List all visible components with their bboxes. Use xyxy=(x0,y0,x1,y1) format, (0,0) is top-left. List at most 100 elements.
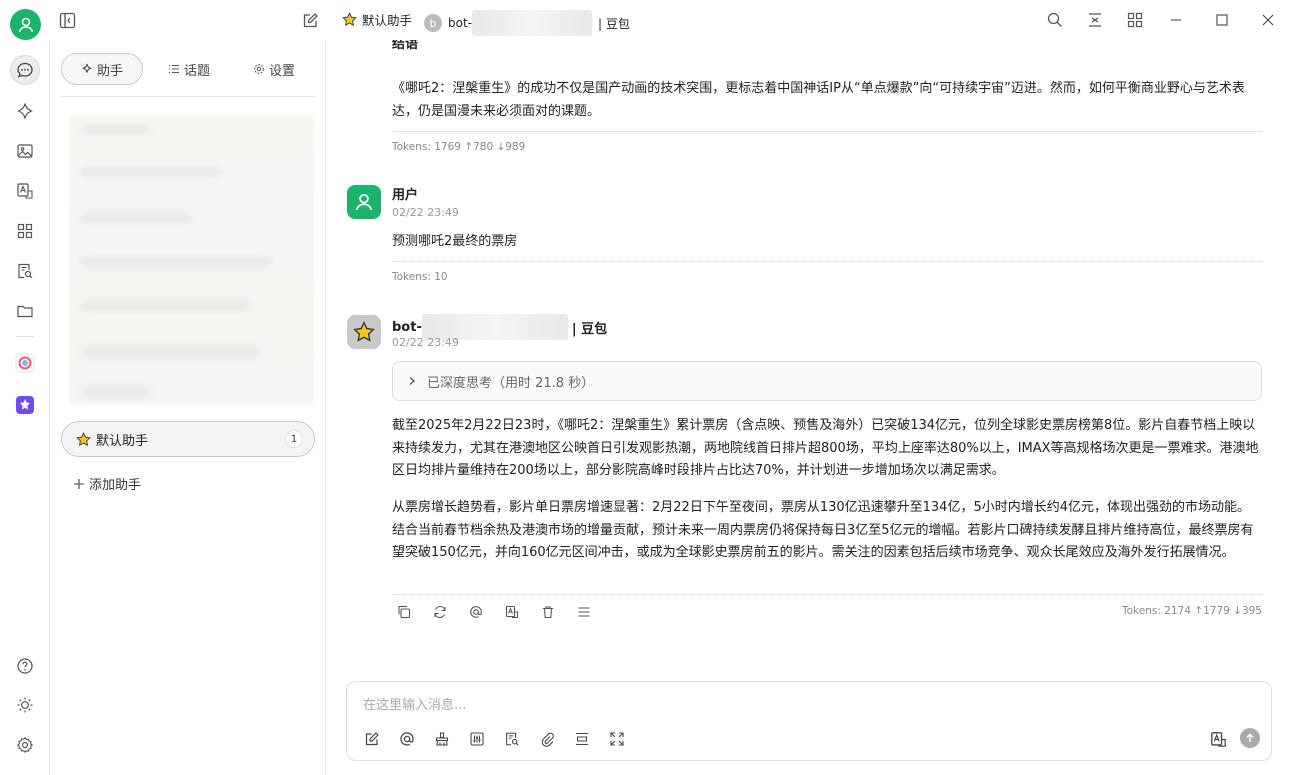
user-avatar[interactable] xyxy=(10,9,41,40)
minimize-icon[interactable] xyxy=(1166,10,1186,30)
prev-message-text: 《哪吒2：涅槃重生》的成功不仅是国产动画的技术突围，更标志着中国神话IP从“单点… xyxy=(392,81,1245,119)
blurred-row xyxy=(81,125,151,135)
blurred-row xyxy=(81,167,221,177)
bot-message-avatar xyxy=(347,315,381,349)
doubao-app-icon[interactable] xyxy=(10,390,40,420)
mini-apps-nav-icon[interactable] xyxy=(10,216,40,246)
add-assistant-button[interactable]: 添加助手 xyxy=(73,474,141,493)
more-menu-icon[interactable] xyxy=(575,603,593,621)
bot-name-prefix: bot- xyxy=(392,319,422,335)
tab-assistants[interactable]: 助手 xyxy=(61,53,143,85)
search-icon[interactable] xyxy=(1045,10,1065,30)
help-icon[interactable] xyxy=(10,651,40,681)
assistant-sidebar: 助手 话题 设置 默认助手 1 添加助手 xyxy=(51,40,326,775)
attachment-icon[interactable] xyxy=(538,730,556,748)
settings-gear-icon[interactable] xyxy=(10,730,40,760)
user-message-text: 预测哪吒2最终的票房 xyxy=(392,234,518,249)
tab-settings-label: 设置 xyxy=(268,63,295,79)
star-icon xyxy=(342,12,357,27)
translate-input-icon[interactable] xyxy=(1209,730,1227,748)
bot-message-time: 02/22 23:49 xyxy=(392,336,459,349)
message-divider xyxy=(392,261,1262,262)
tabs-divider xyxy=(61,96,315,97)
model-name-suffix: | 豆包 xyxy=(598,16,630,31)
expand-height-icon[interactable] xyxy=(573,730,591,748)
bot-paragraph-2: 从票房增长趋势看，影片单日票房增速显著：2月22日下午至夜间，票房从130亿迅速… xyxy=(392,500,1254,560)
translate-icon[interactable] xyxy=(503,603,521,621)
model-name-prefix: bot- xyxy=(448,16,472,30)
user-name: 用户 xyxy=(392,188,419,203)
blurred-row xyxy=(81,387,151,397)
app-window: 默认助手 b bot- | 豆包 助手 话题 设置 默认助手 1 添加助手 结语… xyxy=(0,0,1292,775)
thinking-collapse[interactable]: 已深度思考（用时 21.8 秒） xyxy=(392,361,1262,401)
chevron-right-icon xyxy=(407,376,417,386)
fullscreen-icon[interactable] xyxy=(608,730,626,748)
blurred-assistant-list xyxy=(69,115,314,405)
blurred-row xyxy=(81,257,271,267)
regenerate-icon[interactable] xyxy=(431,603,449,621)
gear-icon xyxy=(253,63,265,75)
thinking-label: 已深度思考（用时 21.8 秒） xyxy=(427,375,595,391)
delete-icon[interactable] xyxy=(539,603,557,621)
message-input-box[interactable]: 在这里输入消息... xyxy=(346,681,1272,761)
bot-name-suffix: | 豆包 xyxy=(571,321,608,337)
maximize-icon[interactable] xyxy=(1212,10,1232,30)
knowledge-nav-icon[interactable] xyxy=(10,256,40,286)
sparkle-icon xyxy=(81,63,93,75)
rail-divider xyxy=(16,336,34,337)
tab-settings[interactable]: 设置 xyxy=(235,53,313,85)
blurred-row xyxy=(81,301,251,311)
gemini-app-icon[interactable] xyxy=(10,348,40,378)
image-nav-icon[interactable] xyxy=(10,136,40,166)
chat-nav-icon[interactable] xyxy=(10,55,40,85)
mention-icon[interactable] xyxy=(467,603,485,621)
prev-heading: 结语 xyxy=(392,40,419,52)
clear-brush-icon[interactable] xyxy=(433,730,451,748)
knowledge-search-icon[interactable] xyxy=(503,730,521,748)
fold-icon[interactable] xyxy=(1085,10,1105,30)
assistant-item-default[interactable]: 默认助手 1 xyxy=(61,421,315,457)
blurred-row xyxy=(81,213,191,223)
sidebar-tabs: 助手 话题 设置 xyxy=(61,52,315,86)
tab-topics-label: 话题 xyxy=(183,63,210,79)
tab-topics[interactable]: 话题 xyxy=(143,53,235,85)
user-message-avatar xyxy=(347,185,381,219)
title-bar: 默认助手 b bot- | 豆包 xyxy=(0,0,1292,40)
close-icon[interactable] xyxy=(1258,10,1278,30)
prev-token-count: Tokens: 1769 ↑780 ↓989 xyxy=(392,141,526,153)
mention-model-icon[interactable] xyxy=(398,730,416,748)
model-settings-icon[interactable] xyxy=(468,730,486,748)
sidebar-toggle-icon[interactable] xyxy=(57,10,77,30)
tab-assistants-label: 助手 xyxy=(96,63,123,79)
new-chat-icon[interactable] xyxy=(300,10,320,30)
user-token-count: Tokens: 10 xyxy=(392,271,448,283)
plus-icon xyxy=(73,478,85,490)
files-nav-icon[interactable] xyxy=(10,296,40,326)
new-topic-icon[interactable] xyxy=(363,730,381,748)
add-assistant-label: 添加助手 xyxy=(89,478,142,493)
message-actions xyxy=(395,603,593,621)
assistant-item-label: 默认助手 xyxy=(96,433,149,449)
theme-sun-icon[interactable] xyxy=(10,690,40,720)
bot-token-count: Tokens: 2174 ↑1779 ↓395 xyxy=(1122,605,1262,617)
left-rail xyxy=(0,40,50,775)
apps-icon[interactable] xyxy=(1125,10,1145,30)
current-assistant[interactable]: 默认助手 xyxy=(342,10,412,29)
chat-messages: 结语 《哪吒2：涅槃重生》的成功不仅是国产动画的技术突围，更标志着中国神话IP从… xyxy=(327,40,1292,680)
blurred-row xyxy=(81,347,261,357)
current-assistant-label: 默认助手 xyxy=(362,13,413,28)
arrow-up-icon xyxy=(1245,733,1255,743)
message-input-placeholder[interactable]: 在这里输入消息... xyxy=(363,694,466,713)
current-model[interactable]: b bot- | 豆包 xyxy=(424,10,630,36)
message-divider xyxy=(392,594,1262,595)
input-toolbar xyxy=(363,730,626,748)
redacted-model-id xyxy=(472,10,592,36)
topic-count-badge: 1 xyxy=(285,430,303,448)
send-button[interactable] xyxy=(1240,728,1260,748)
agents-nav-icon[interactable] xyxy=(10,96,40,126)
bot-paragraph-1: 截至2025年2月22日23时，《哪吒2：涅槃重生》累计票房（含点映、预售及海外… xyxy=(392,418,1259,478)
copy-icon[interactable] xyxy=(395,603,413,621)
translate-nav-icon[interactable] xyxy=(10,176,40,206)
user-message-time: 02/22 23:49 xyxy=(392,206,459,219)
star-icon xyxy=(76,431,91,447)
